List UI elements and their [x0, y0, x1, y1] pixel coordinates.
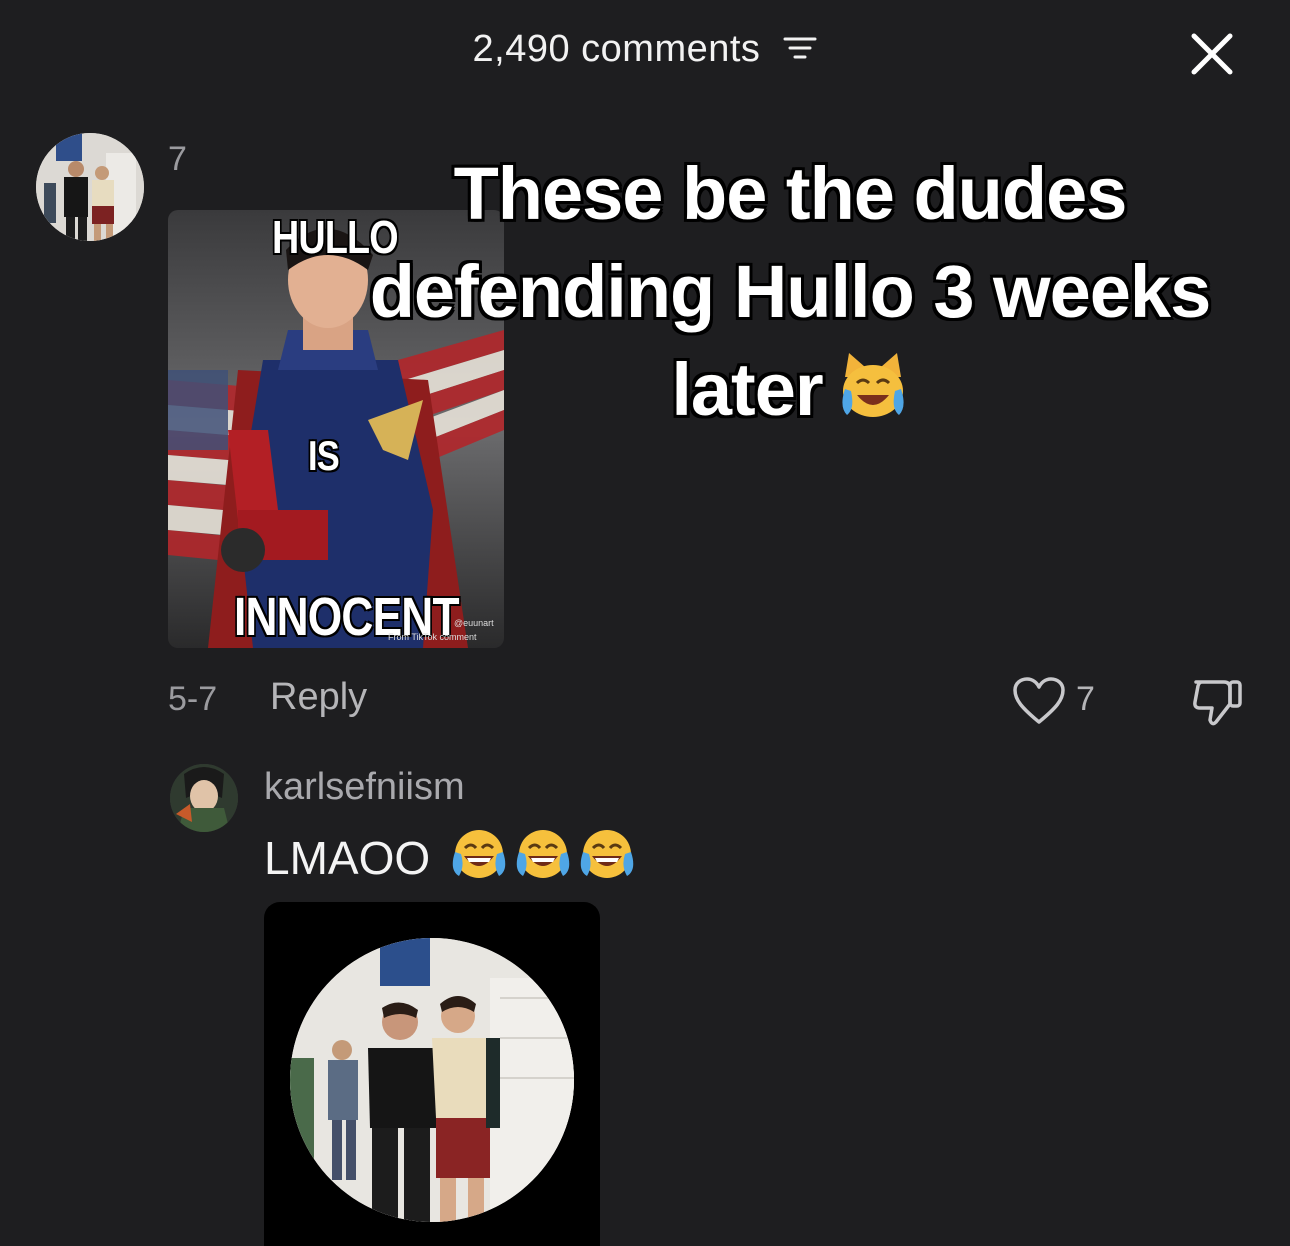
thumbs-down-icon[interactable] — [1190, 674, 1244, 728]
comment-text: LMAOO — [264, 826, 635, 893]
comment-count: 2,490 comments — [472, 28, 761, 70]
meme-credit-source: From TikTok comment — [388, 632, 477, 642]
cat-with-tears-of-joy-icon — [837, 347, 909, 445]
comments-header[interactable]: 2,490 comments — [0, 28, 1290, 72]
face-with-tears-of-joy-icon — [579, 826, 635, 893]
face-with-tears-of-joy-icon — [515, 826, 571, 893]
comments-screen: 2,490 comments 7 HULLO IS INNOCENT @euun… — [0, 0, 1290, 1246]
avatar[interactable] — [170, 764, 238, 832]
comment-date: 5-7 — [168, 680, 218, 718]
reply-button[interactable]: Reply — [270, 676, 367, 719]
heart-icon[interactable] — [1012, 676, 1066, 726]
face-with-tears-of-joy-icon — [451, 826, 507, 893]
avatar[interactable] — [36, 133, 144, 241]
caption-text: These be the dudes defending Hullo 3 wee… — [369, 152, 1212, 431]
comment-username[interactable]: 7 — [168, 140, 187, 179]
filter-lines-icon[interactable] — [783, 29, 817, 72]
meme-credit-handle: @euunart — [454, 618, 494, 628]
photo-image — [290, 938, 574, 1222]
overlay-caption: These be the dudes defending Hullo 3 wee… — [300, 145, 1280, 445]
photo-attachment[interactable] — [264, 902, 600, 1246]
like-count: 7 — [1076, 680, 1095, 718]
close-icon[interactable] — [1186, 28, 1238, 80]
comment-username[interactable]: karlsefniism — [264, 766, 465, 809]
comment-body: LMAOO — [264, 832, 431, 884]
